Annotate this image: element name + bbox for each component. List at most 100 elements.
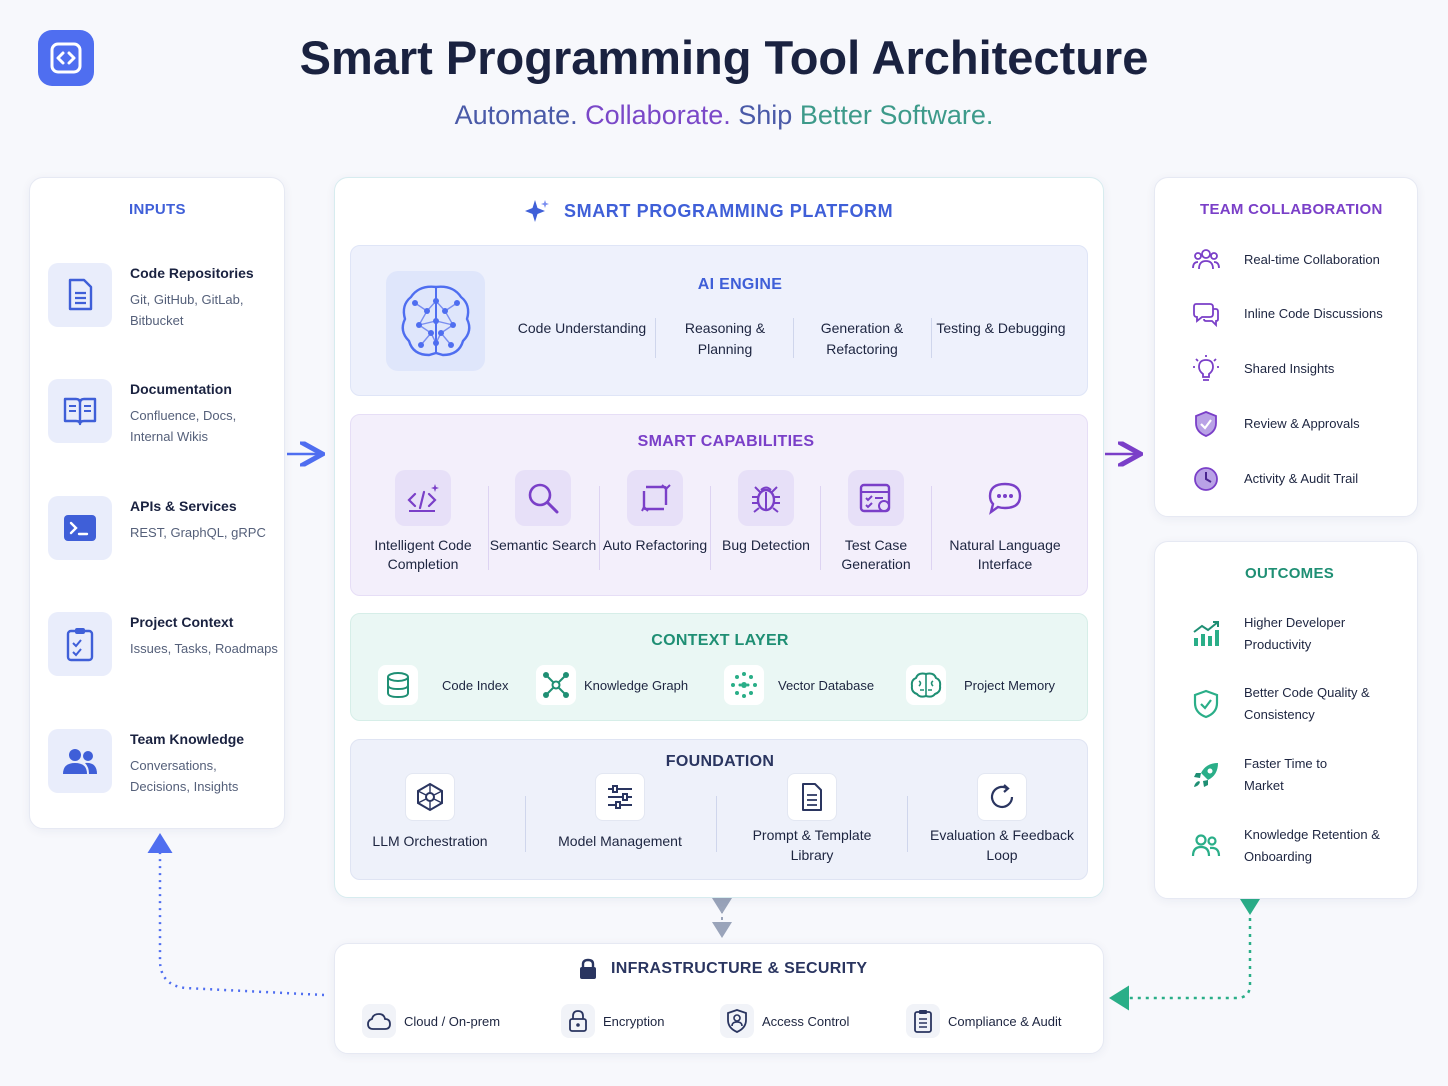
context-label: Project Memory xyxy=(964,677,1056,693)
clock-icon xyxy=(1189,462,1223,496)
input-desc: Confluence, Docs, Internal Wikis xyxy=(130,408,237,444)
team-label: Activity & Audit Trail xyxy=(1244,471,1359,486)
cloud-icon xyxy=(362,1004,396,1038)
subtitle-ship: Ship xyxy=(738,100,793,130)
foundation-evaluation-loop: Evaluation & Feedback Loop xyxy=(922,773,1082,865)
foundation-title: FOUNDATION xyxy=(665,753,775,770)
vector-icon xyxy=(724,665,764,705)
bug-icon xyxy=(738,470,794,526)
context-project-memory: Project Memory xyxy=(906,664,1055,706)
foundation-label: Model Management xyxy=(558,833,682,849)
book-icon xyxy=(48,379,112,443)
capability-label: Test Case Generation xyxy=(841,537,911,572)
outcome-label: Faster Time to Market xyxy=(1244,756,1328,793)
refresh-icon xyxy=(977,773,1027,821)
team-item-activity-audit: Activity & Audit Trail xyxy=(1189,462,1358,496)
team-label: Inline Code Discussions xyxy=(1244,306,1383,321)
foundation-label: Evaluation & Feedback Loop xyxy=(930,827,1074,863)
capabilities-title: SMART CAPABILITIES xyxy=(637,433,815,450)
context-label: Knowledge Graph xyxy=(584,677,689,693)
people-icon xyxy=(1189,829,1223,863)
inputs-title: INPUTS xyxy=(129,201,186,218)
refactor-icon xyxy=(627,470,683,526)
test-window-icon xyxy=(848,470,904,526)
capability-code-completion: Intelligent Code Completion xyxy=(363,470,483,574)
team-label: Real-time Collaboration xyxy=(1244,252,1380,267)
database-icon xyxy=(378,665,418,705)
foundation-model-management: Model Management xyxy=(540,773,700,851)
users-icon xyxy=(48,729,112,793)
outcomes-to-infra-dotted xyxy=(1109,895,1263,1011)
input-desc: REST, GraphQL, gRPC xyxy=(130,525,266,540)
infra-header: INFRASTRUCTURE & SECURITY xyxy=(578,958,867,980)
foundation-label: LLM Orchestration xyxy=(372,833,488,849)
ai-divider xyxy=(793,318,794,358)
context-knowledge-graph: Knowledge Graph xyxy=(536,664,688,706)
input-name: Documentation xyxy=(130,381,232,397)
infra-cloud: Cloud / On-prem xyxy=(362,1003,500,1039)
ai-divider xyxy=(655,318,656,358)
ai-engine-title: AI ENGINE xyxy=(697,276,783,293)
capability-label: Bug Detection xyxy=(722,537,810,553)
context-code-index: Code Index xyxy=(378,664,509,706)
subtitle-better-software: Better Software. xyxy=(799,100,994,130)
infra-label: Encryption xyxy=(603,1013,665,1029)
infra-to-inputs-dotted xyxy=(147,833,325,997)
infra-compliance-audit: Compliance & Audit xyxy=(906,1003,1061,1039)
clipboard-icon xyxy=(48,612,112,676)
chat-icon xyxy=(977,470,1033,526)
ai-item-reasoning-planning: Reasoning & Planning xyxy=(684,320,766,357)
sparkle-icon xyxy=(525,200,549,222)
team-item-inline-discussions: Inline Code Discussions xyxy=(1189,297,1383,331)
capability-natural-language: Natural Language Interface xyxy=(940,470,1070,574)
foundation-prompt-library: Prompt & Template Library xyxy=(732,773,892,865)
input-team-knowledge: Team Knowledge Conversations, Decisions,… xyxy=(48,729,278,809)
outcome-label: Higher Developer Productivity xyxy=(1244,615,1346,652)
infra-title: INFRASTRUCTURE & SECURITY xyxy=(611,960,868,977)
subtitle-collaborate: Collaborate. xyxy=(585,100,731,130)
outcome-label: Knowledge Retention & Onboarding xyxy=(1244,827,1380,864)
infra-access-control: Access Control xyxy=(720,1003,849,1039)
foundation-llm-orchestration: LLM Orchestration xyxy=(350,773,510,851)
capability-test-generation: Test Case Generation xyxy=(816,470,936,574)
document-icon xyxy=(48,263,112,327)
input-project-context: Project Context Issues, Tasks, Roadmaps xyxy=(48,612,278,692)
foundation-divider xyxy=(525,796,526,852)
input-name: APIs & Services xyxy=(130,498,237,514)
ai-item-code-understanding: Code Understanding xyxy=(517,320,647,336)
shield-check-icon xyxy=(1189,687,1223,721)
capability-bug-detection: Bug Detection xyxy=(706,470,826,555)
capability-label: Semantic Search xyxy=(489,537,597,553)
foundation-divider xyxy=(716,796,717,852)
ai-item-generation-refactoring: Generation & Refactoring xyxy=(820,320,904,357)
infra-encryption: Encryption xyxy=(561,1003,664,1039)
shield-check-icon xyxy=(1189,407,1223,441)
context-label: Code Index xyxy=(442,677,509,693)
outcomes-title: OUTCOMES xyxy=(1245,565,1335,582)
graph-icon xyxy=(536,665,576,705)
ai-item-testing-debugging: Testing & Debugging xyxy=(936,320,1066,336)
capability-label: Natural Language Interface xyxy=(949,537,1061,572)
cap-divider xyxy=(931,486,932,570)
input-desc: Issues, Tasks, Roadmaps xyxy=(130,641,278,656)
network-icon xyxy=(405,773,455,821)
page-subtitle: Automate. Collaborate. Ship Better Softw… xyxy=(0,100,1448,131)
people-icon xyxy=(1189,243,1223,277)
capability-semantic-search: Semantic Search xyxy=(483,470,603,555)
team-title: TEAM COLLABORATION xyxy=(1200,201,1383,218)
platform-header: SMART PROGRAMMING PLATFORM xyxy=(522,198,893,224)
input-documentation: Documentation Confluence, Docs, Internal… xyxy=(48,379,278,459)
input-desc: Conversations, Decisions, Insights xyxy=(130,758,239,794)
code-sparkle-icon xyxy=(395,470,451,526)
capability-label: Auto Refactoring xyxy=(602,537,708,553)
infra-label: Compliance & Audit xyxy=(948,1013,1062,1029)
foundation-divider xyxy=(907,796,908,852)
team-label: Shared Insights xyxy=(1244,361,1335,376)
comments-icon xyxy=(1189,297,1223,331)
outcome-productivity: Higher Developer Productivity xyxy=(1189,615,1409,652)
outcome-code-quality: Better Code Quality & Consistency xyxy=(1189,685,1409,722)
rocket-icon xyxy=(1189,758,1223,792)
context-vector-database: Vector Database xyxy=(724,664,874,706)
input-code-repositories: Code Repositories Git, GitHub, GitLab, B… xyxy=(48,263,278,343)
input-apis-services: APIs & Services REST, GraphQL, gRPC xyxy=(48,496,278,576)
